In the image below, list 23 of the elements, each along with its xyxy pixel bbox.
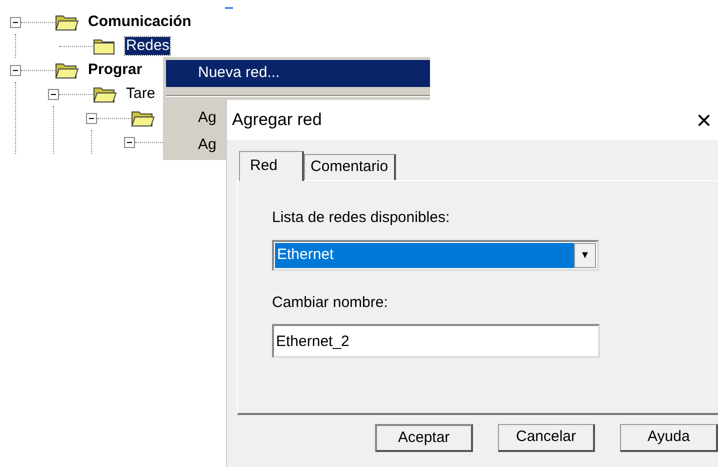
dialog-button[interactable]: Aceptar [375,424,473,452]
tree-item[interactable]: Comunicación [87,13,192,31]
dropdown-caret[interactable]: ▼ [574,242,596,268]
field-label: Lista de redes disponibles: [272,208,451,228]
collapse-icon[interactable] [48,88,59,100]
network-dropdown[interactable]: Ethernet ▼ [272,240,599,270]
tab[interactable]: Red [239,151,304,181]
tree-item[interactable]: Tare [125,85,156,103]
collapse-icon[interactable] [10,16,21,28]
tab[interactable]: Comentario [304,154,396,180]
menu-item[interactable]: Nueva red... [166,60,430,87]
dialog-button[interactable]: Cancelar [498,424,596,452]
tree-item[interactable]: Redes [125,37,170,55]
dialog-title: Agregar red [232,109,322,132]
text-cursor [225,7,233,9]
dialog-button[interactable]: Ayuda [620,424,718,452]
collapse-icon[interactable] [124,136,135,148]
tree-item[interactable]: Prograr [87,61,144,79]
name-input[interactable]: Ethernet_2 [272,324,600,358]
close-button[interactable]: × [692,106,716,134]
collapse-icon[interactable] [86,112,97,124]
collapse-icon[interactable] [10,64,21,76]
field-label: Cambiar nombre: [272,292,389,312]
